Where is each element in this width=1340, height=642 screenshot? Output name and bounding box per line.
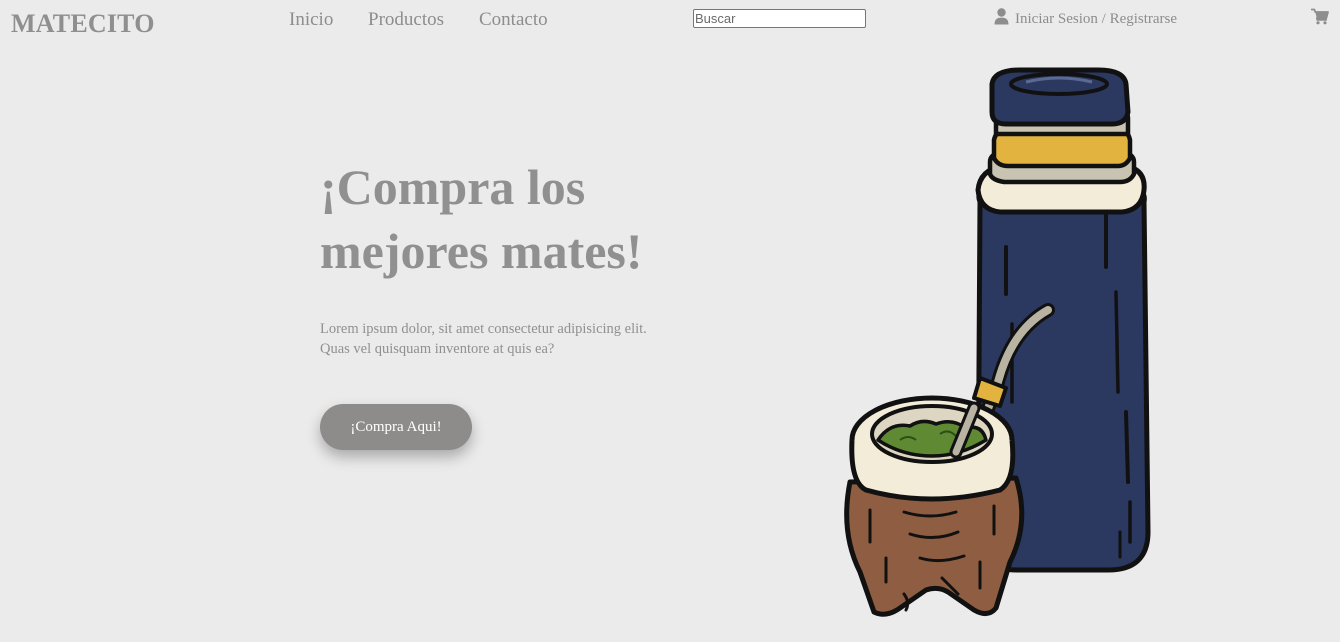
- login-link[interactable]: Iniciar Sesion / Registrarse: [994, 8, 1178, 27]
- hero-description: Lorem ipsum dolor, sit amet consectetur …: [320, 319, 680, 359]
- nav-link-productos[interactable]: Productos: [368, 9, 444, 31]
- mate-and-thermos-illustration: [844, 67, 1151, 617]
- login-label: Iniciar Sesion / Registrarse: [1015, 11, 1178, 27]
- cart-icon[interactable]: [1311, 8, 1329, 25]
- cta-buy-button[interactable]: ¡Compra Aqui!: [320, 404, 472, 450]
- nav-link-contacto[interactable]: Contacto: [479, 9, 548, 31]
- hero-title: ¡Compra los mejores mates!: [320, 155, 740, 283]
- hero-title-line2: mejores mates!: [320, 223, 643, 279]
- logo[interactable]: MATECITO: [11, 9, 155, 39]
- hero-title-line1: ¡Compra los: [320, 159, 586, 215]
- user-icon: [994, 8, 1009, 25]
- search-input[interactable]: [693, 9, 866, 28]
- page: MATECITO Inicio Productos Contacto Inici…: [0, 0, 1340, 642]
- hero-text-line1: Lorem ipsum dolor, sit amet consectetur …: [320, 321, 647, 337]
- nav-link-inicio[interactable]: Inicio: [289, 9, 333, 31]
- hero-text-line2: Quas vel quisquam inventore at quis ea?: [320, 341, 555, 357]
